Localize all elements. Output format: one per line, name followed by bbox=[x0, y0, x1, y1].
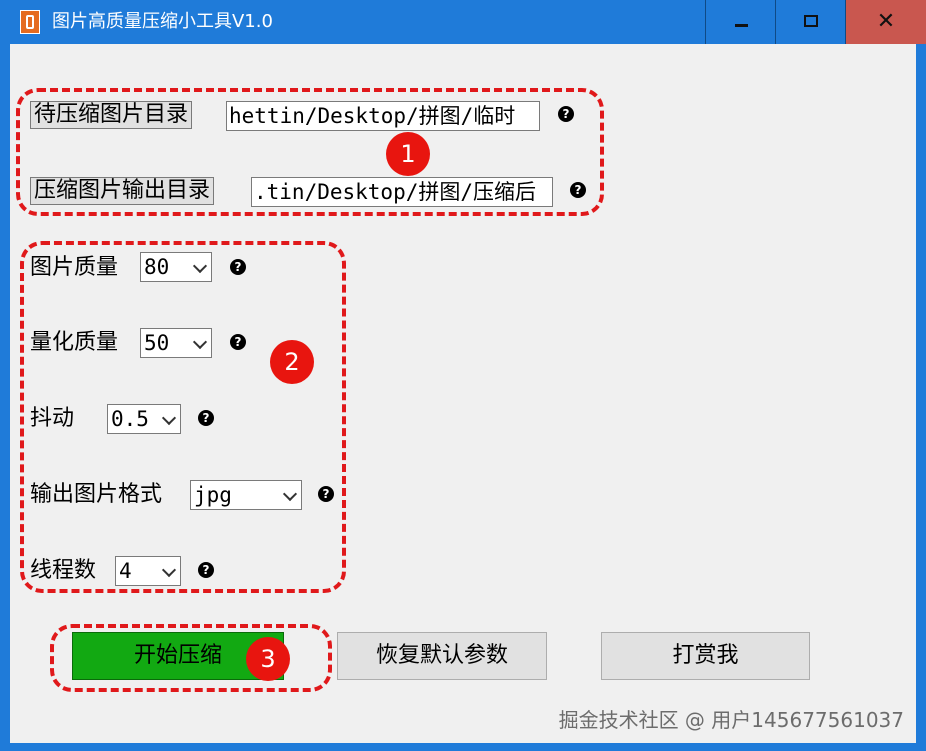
minimize-icon bbox=[735, 24, 748, 27]
image-quality-value: 80 bbox=[144, 255, 170, 279]
annotation-badge-1: 1 bbox=[386, 132, 430, 176]
output-format-select[interactable]: jpg bbox=[190, 480, 302, 510]
quantize-quality-select[interactable]: 50 bbox=[140, 328, 212, 358]
chevron-down-icon bbox=[192, 258, 208, 274]
threads-select[interactable]: 4 bbox=[115, 556, 181, 586]
minimize-button[interactable] bbox=[705, 0, 775, 44]
image-quality-label: 图片质量 bbox=[30, 255, 119, 280]
threads-value: 4 bbox=[119, 559, 132, 583]
chevron-down-icon bbox=[192, 334, 208, 350]
quantize-quality-label: 量化质量 bbox=[30, 330, 119, 355]
image-quality-select[interactable]: 80 bbox=[140, 252, 212, 282]
title-bar: 图片高质量压缩小工具V1.0 ✕ bbox=[0, 0, 926, 44]
output-format-label: 输出图片格式 bbox=[30, 482, 163, 507]
chevron-down-icon bbox=[161, 410, 177, 426]
window-client-area: 待压缩图片目录 hettin/Desktop/拼图/临时 ? 1 压缩图片输出目… bbox=[10, 44, 916, 743]
output-dir-button[interactable]: 压缩图片输出目录 bbox=[30, 177, 215, 205]
annotation-badge-3: 3 bbox=[246, 637, 290, 681]
annotation-badge-2: 2 bbox=[270, 340, 314, 384]
chevron-down-icon bbox=[282, 486, 298, 502]
app-icon bbox=[20, 10, 40, 34]
quantize-quality-value: 50 bbox=[144, 331, 170, 355]
image-quality-help-icon[interactable]: ? bbox=[230, 259, 246, 275]
window-title: 图片高质量压缩小工具V1.0 bbox=[52, 11, 273, 32]
input-dir-button[interactable]: 待压缩图片目录 bbox=[30, 101, 193, 129]
maximize-button[interactable] bbox=[775, 0, 845, 44]
quantize-quality-help-icon[interactable]: ? bbox=[230, 334, 246, 350]
input-dir-field[interactable]: hettin/Desktop/拼图/临时 bbox=[226, 101, 540, 131]
close-button[interactable]: ✕ bbox=[845, 0, 926, 44]
watermark: 掘金技术社区 @ 用户145677561037 bbox=[558, 708, 904, 732]
dither-help-icon[interactable]: ? bbox=[198, 410, 214, 426]
dither-value: 0.5 bbox=[111, 407, 149, 431]
threads-label: 线程数 bbox=[30, 558, 97, 583]
output-format-value: jpg bbox=[194, 483, 232, 507]
input-dir-help-icon[interactable]: ? bbox=[558, 106, 574, 122]
dither-label: 抖动 bbox=[30, 406, 75, 431]
output-format-help-icon[interactable]: ? bbox=[318, 486, 334, 502]
maximize-icon bbox=[804, 15, 818, 27]
close-icon: ✕ bbox=[876, 9, 896, 34]
output-dir-field[interactable]: .tin/Desktop/拼图/压缩后 bbox=[251, 177, 553, 207]
donate-button[interactable]: 打赏我 bbox=[601, 632, 810, 680]
reset-defaults-button[interactable]: 恢复默认参数 bbox=[337, 632, 547, 680]
chevron-down-icon bbox=[161, 562, 177, 578]
threads-help-icon[interactable]: ? bbox=[198, 562, 214, 578]
dither-select[interactable]: 0.5 bbox=[107, 404, 181, 434]
output-dir-help-icon[interactable]: ? bbox=[570, 182, 586, 198]
